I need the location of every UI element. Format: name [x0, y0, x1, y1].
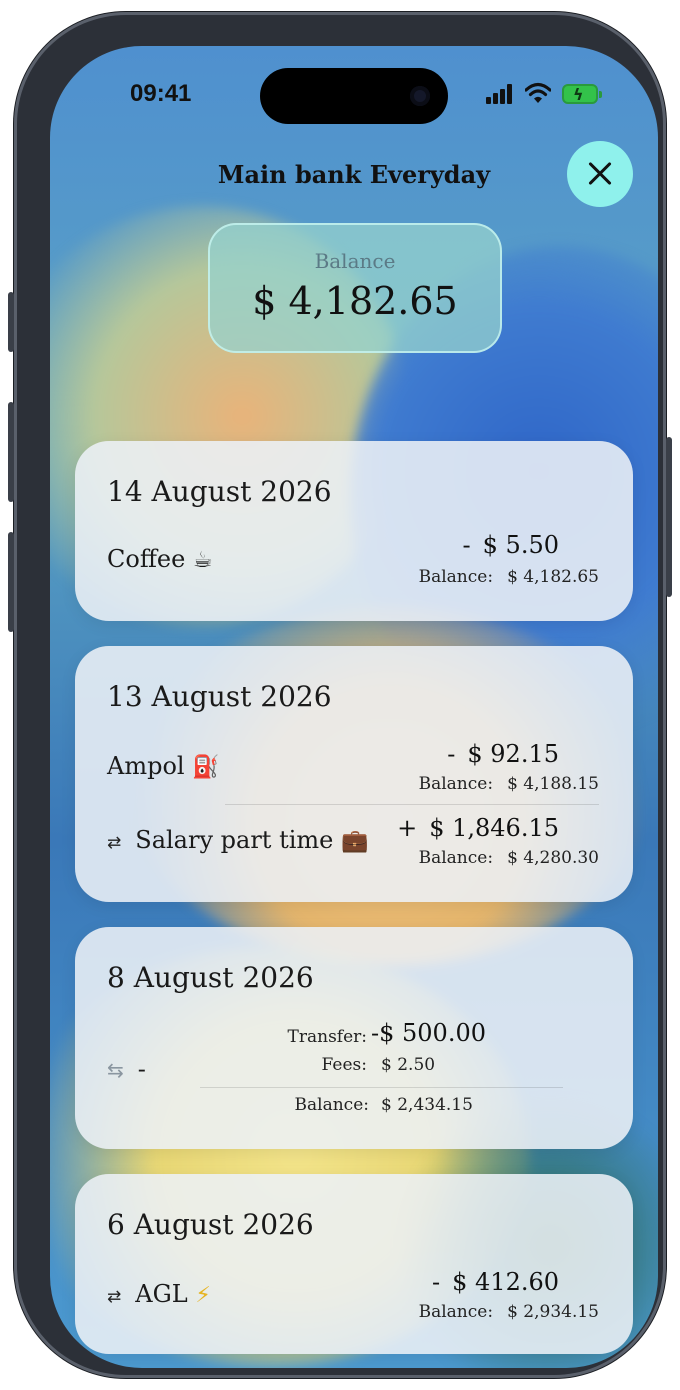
dynamic-island [260, 68, 448, 124]
divider [200, 1087, 563, 1088]
wifi-icon [525, 82, 551, 103]
running-balance: $ 4,182.65 [507, 567, 599, 587]
transaction-amount: $ 412.60 [452, 1268, 559, 1296]
phone-frame: 09:41 ϟ Main bank Everyday Balance $ 4,1… [8, 12, 672, 1378]
amount-sign: - [462, 531, 471, 559]
transaction-group: 8 August 2026 ⇆ - Transfer: -$ 500.00 Fee… [75, 927, 633, 1149]
divider [225, 804, 599, 805]
group-date: 8 August 2026 [107, 961, 314, 994]
running-balance-label: Balance: [418, 774, 494, 794]
charging-icon: ϟ [573, 85, 584, 104]
screen: 09:41 ϟ Main bank Everyday Balance $ 4,1… [50, 46, 658, 1368]
clock: 09:41 [130, 80, 192, 107]
amount-sign: - [432, 1268, 441, 1296]
transfer-label: Transfer: [287, 1027, 367, 1047]
transaction-name: Ampol [107, 752, 185, 780]
close-button[interactable] [567, 141, 633, 207]
fees-label: Fees: [321, 1055, 367, 1075]
balance-value: $ 4,182.65 [252, 279, 458, 323]
transaction-group: 14 August 2026 Coffee ☕ - $ 5.50 Balance:… [75, 441, 633, 621]
transaction-name: AGL [135, 1280, 188, 1308]
fuel-pump-icon: ⛽ [192, 755, 220, 780]
running-balance: $ 4,188.15 [507, 774, 599, 794]
balance-card: Balance $ 4,182.65 [208, 223, 502, 353]
running-balance-label: Balance: [418, 1302, 494, 1322]
action-button [8, 292, 14, 352]
amount-sign: - [447, 740, 456, 768]
fees-amount: $ 2.50 [381, 1055, 436, 1075]
group-date: 6 August 2026 [107, 1208, 314, 1241]
camera-icon [410, 86, 430, 106]
transaction-amount: $ 5.50 [482, 531, 559, 559]
repeat-icon: ⇄ [107, 1287, 122, 1307]
balance-label: Balance [314, 249, 396, 273]
transaction-amount: $ 92.15 [467, 740, 559, 768]
transaction-group: 6 August 2026 ⇄ AGL ⚡ - $ 412.60 Balance: $… [75, 1174, 633, 1354]
volume-up-button [8, 402, 14, 502]
lightning-icon: ⚡ [195, 1283, 211, 1308]
volume-down-button [8, 532, 14, 632]
running-balance: $ 2,434.15 [381, 1095, 473, 1115]
coffee-icon: ☕ [192, 548, 213, 573]
transaction-name: Salary part time [135, 826, 334, 854]
amount-sign: + [397, 814, 418, 842]
group-date: 14 August 2026 [107, 475, 332, 508]
transfer-arrows-icon: ⇆ [107, 1058, 124, 1082]
transfer-amount: -$ 500.00 [371, 1019, 486, 1047]
group-date: 13 August 2026 [107, 680, 332, 713]
running-balance: $ 2,934.15 [507, 1302, 599, 1322]
transfer-name: - [137, 1055, 146, 1083]
transaction-group: 13 August 2026 Ampol ⛽ - $ 92.15 Balance:… [75, 646, 633, 902]
running-balance: $ 4,280.30 [507, 848, 599, 868]
battery-icon: ϟ [562, 84, 602, 104]
transaction-amount: $ 1,846.15 [429, 814, 559, 842]
running-balance-label: Balance: [294, 1095, 369, 1115]
power-button [666, 437, 672, 597]
running-balance-label: Balance: [418, 567, 494, 587]
status-bar: 09:41 ϟ [50, 46, 658, 142]
signal-icon [486, 84, 516, 104]
repeat-icon: ⇄ [107, 833, 122, 853]
briefcase-icon: 💼 [340, 829, 369, 854]
running-balance-label: Balance: [418, 848, 494, 868]
transaction-name: Coffee [107, 545, 186, 573]
